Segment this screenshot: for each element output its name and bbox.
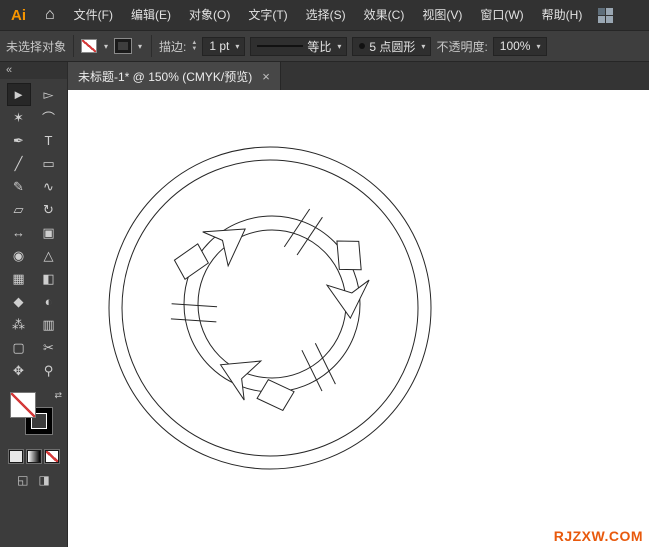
menu-item-2[interactable]: 对象(O) bbox=[180, 0, 239, 30]
brush-chevron-down-icon[interactable]: ▾ bbox=[419, 42, 427, 51]
document-tab[interactable]: 未标题-1* @ 150% (CMYK/预览) × bbox=[68, 62, 281, 90]
collapse-panel-button[interactable]: « bbox=[0, 62, 67, 79]
width-profile-dropdown[interactable]: 等比 ▾ bbox=[250, 36, 348, 56]
tools-panel: « ► ▻ ✶ ⌒ ✒ T ╱ ▭ ✎ ∿ ▱ ↻ ↔ ▣ ◉ △ ▦ ◧ ◆ ◐ ⁂ ▥ ▢ ✂ ✥ ⚲ ⇄ ◱ ◨ bbox=[0, 62, 68, 547]
inner-ring-circle bbox=[197, 229, 347, 379]
swap-fill-stroke-icon[interactable]: ⇄ bbox=[54, 390, 62, 401]
tick-marks bbox=[301, 343, 336, 392]
menu-item-8[interactable]: 帮助(H) bbox=[533, 0, 592, 30]
paint-mode-row bbox=[0, 450, 67, 463]
close-tab-icon[interactable]: × bbox=[262, 69, 270, 84]
home-icon[interactable]: ⌂ bbox=[35, 0, 65, 30]
color-button[interactable] bbox=[8, 450, 23, 463]
shaper-tool[interactable]: ∿ bbox=[37, 175, 61, 198]
menu-item-7[interactable]: 窗口(W) bbox=[471, 0, 532, 30]
width-profile-preview bbox=[257, 45, 304, 47]
lasso-tool[interactable]: ⌒ bbox=[37, 106, 61, 129]
opacity-value: 100% bbox=[499, 39, 531, 53]
zoom-tool[interactable]: ⚲ bbox=[37, 359, 61, 382]
menu-item-1[interactable]: 编辑(E) bbox=[122, 0, 180, 30]
screen-mode-icon[interactable]: ◨ bbox=[39, 473, 50, 487]
separator bbox=[73, 35, 75, 57]
mesh-tool[interactable]: ▦ bbox=[7, 267, 31, 290]
eraser-tool[interactable]: ▱ bbox=[7, 198, 31, 221]
stepper-down-icon[interactable]: ▼ bbox=[191, 46, 197, 52]
hand-tool[interactable]: ✥ bbox=[7, 359, 31, 382]
stroke-chevron-down-icon[interactable]: ▾ bbox=[136, 42, 144, 51]
stroke-weight-chevron-down-icon[interactable]: ▾ bbox=[233, 42, 241, 51]
stroke-weight-field[interactable]: 1 pt ▾ bbox=[202, 36, 246, 56]
blend-tool[interactable]: ◐ bbox=[37, 290, 61, 313]
fill-chevron-down-icon[interactable]: ▾ bbox=[102, 42, 110, 51]
menu-item-4[interactable]: 选择(S) bbox=[297, 0, 355, 30]
stroke-color-swatch[interactable] bbox=[115, 39, 132, 53]
artwork-stamp-drawing bbox=[108, 146, 432, 470]
magic-wand-tool[interactable]: ✶ bbox=[7, 106, 31, 129]
stroke-weight-label: 描边: bbox=[159, 39, 187, 54]
menu-items: 文件(F) 编辑(E) 对象(O) 文字(T) 选择(S) 效果(C) 视图(V) 窗口(W)… bbox=[65, 0, 592, 30]
tools-grid: ► ▻ ✶ ⌒ ✒ T ╱ ▭ ✎ ∿ ▱ ↻ ↔ ▣ ◉ △ ▦ ◧ ◆ ◐ ⁂ ▥ ▢ ✂ ✥ ⚲ bbox=[0, 83, 67, 382]
pen-tool[interactable]: ✒ bbox=[7, 129, 31, 152]
fill-stroke-widget: ⇄ bbox=[0, 390, 67, 442]
fill-color-swatch[interactable] bbox=[81, 39, 98, 53]
canvas[interactable]: RJZXW.COM bbox=[68, 90, 649, 547]
gradient-button[interactable] bbox=[26, 450, 41, 463]
selection-status: 未选择对象 bbox=[6, 39, 67, 54]
document-tab-title: 未标题-1* @ 150% (CMYK/预览) bbox=[78, 69, 253, 84]
shape-builder-tool[interactable]: ◉ bbox=[7, 244, 31, 267]
brush-dropdown[interactable]: 5 点圆形 ▾ bbox=[352, 36, 432, 56]
tick-marks bbox=[170, 303, 218, 323]
gradient-tool[interactable]: ◧ bbox=[37, 267, 61, 290]
type-tool[interactable]: T bbox=[37, 129, 61, 152]
rectangle-tool[interactable]: ▭ bbox=[37, 152, 61, 175]
opacity-chevron-down-icon[interactable]: ▾ bbox=[534, 42, 542, 51]
illustrator-window: Ai ⌂ 文件(F) 编辑(E) 对象(O) 文字(T) 选择(S) 效果(C) 视图(V)… bbox=[0, 0, 649, 547]
line-segment-tool[interactable]: ╱ bbox=[7, 152, 31, 175]
opacity-field[interactable]: 100% ▾ bbox=[492, 36, 547, 56]
outer-circle bbox=[121, 159, 419, 457]
paintbrush-tool[interactable]: ✎ bbox=[7, 175, 31, 198]
document-tab-bar: 未标题-1* @ 150% (CMYK/预览) × bbox=[68, 62, 649, 90]
menu-item-6[interactable]: 视图(V) bbox=[413, 0, 471, 30]
direct-selection-tool[interactable]: ▻ bbox=[37, 83, 61, 106]
perspective-grid-tool[interactable]: △ bbox=[37, 244, 61, 267]
width-tool[interactable]: ↔ bbox=[7, 221, 31, 244]
artboard-tool[interactable]: ▢ bbox=[7, 336, 31, 359]
free-transform-tool[interactable]: ▣ bbox=[37, 221, 61, 244]
illustrator-logo: Ai bbox=[11, 6, 26, 24]
menu-item-3[interactable]: 文字(T) bbox=[239, 0, 296, 30]
slice-tool[interactable]: ✂ bbox=[37, 336, 61, 359]
draw-mode-row: ◱ ◨ bbox=[0, 473, 67, 487]
menu-bar: Ai ⌂ 文件(F) 编辑(E) 对象(O) 文字(T) 选择(S) 效果(C) 视图(V)… bbox=[0, 0, 649, 30]
draw-mode-icon[interactable]: ◱ bbox=[17, 473, 28, 487]
separator bbox=[151, 35, 153, 57]
recycle-arrow bbox=[219, 360, 295, 412]
workspace-switcher-icon[interactable] bbox=[598, 7, 613, 23]
stroke-weight-stepper[interactable]: ▲ ▼ bbox=[191, 40, 197, 52]
outer-circle bbox=[108, 146, 432, 470]
symbol-sprayer-tool[interactable]: ⁂ bbox=[7, 313, 31, 336]
width-profile-chevron-down-icon[interactable]: ▾ bbox=[335, 42, 343, 51]
width-profile-label: 等比 bbox=[307, 39, 332, 54]
brush-label: 5 点圆形 bbox=[369, 39, 416, 54]
inner-ring-circle bbox=[183, 215, 361, 393]
column-graph-tool[interactable]: ▥ bbox=[37, 313, 61, 336]
brush-preview-dot bbox=[359, 43, 366, 49]
menu-item-5[interactable]: 效果(C) bbox=[355, 0, 414, 30]
recycle-arrow bbox=[325, 240, 370, 320]
stroke-weight-value: 1 pt bbox=[209, 39, 230, 53]
selection-tool[interactable]: ► bbox=[6, 83, 31, 106]
opacity-label: 不透明度: bbox=[436, 39, 488, 54]
watermark: RJZXW.COM bbox=[553, 528, 643, 544]
menu-item-0[interactable]: 文件(F) bbox=[65, 0, 122, 30]
recycle-arrow bbox=[173, 228, 246, 280]
rotate-tool[interactable]: ↻ bbox=[37, 198, 61, 221]
none-button[interactable] bbox=[44, 450, 59, 463]
control-bar: 未选择对象 ▾ ▾ 描边: ▲ ▼ 1 pt ▾ 等比 ▾ 5 点圆形 ▾ 不透… bbox=[0, 30, 649, 62]
eyedropper-tool[interactable]: ◆ bbox=[7, 290, 31, 313]
fill-swatch-none[interactable] bbox=[10, 392, 36, 418]
